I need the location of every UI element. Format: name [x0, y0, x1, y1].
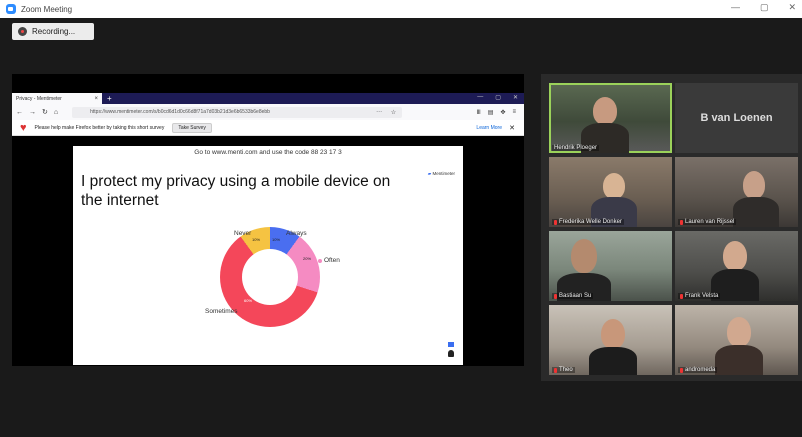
video-tile[interactable]: Hendrik Ploeger [549, 83, 672, 153]
pct-label-never: 10% [252, 237, 261, 242]
slide-info-icon[interactable] [448, 342, 454, 347]
cloud-record-icon [18, 27, 27, 36]
participant-video [593, 97, 617, 125]
video-tile[interactable]: andromeda [675, 305, 798, 375]
participant-name-label: Hendrik Ploeger [552, 145, 600, 151]
forward-icon[interactable]: → [29, 109, 36, 116]
home-icon[interactable]: ⌂ [54, 109, 58, 116]
legend-never: Never [234, 230, 258, 237]
tab-title: Privacy - Mentimeter [16, 95, 62, 102]
window-title: Zoom Meeting [21, 4, 73, 14]
participant-name-display: B van Loenen [700, 112, 773, 124]
new-tab-button[interactable]: + [107, 94, 112, 103]
shared-browser-window: Privacy - Mentimeter × + — ▢ ✕ ← → ↻ ⌂ h… [12, 93, 524, 365]
pct-label-often: 20% [303, 256, 312, 261]
heart-icon: ♥ [20, 121, 27, 134]
recording-indicator[interactable]: Recording... [12, 23, 94, 40]
browser-tab[interactable]: Privacy - Mentimeter × [12, 93, 102, 104]
participant-name-label: Frank Velsta [678, 293, 721, 299]
join-instructions: Go to www.menti.com and use the code 88 … [194, 149, 342, 156]
legend-never-text: Never [234, 230, 252, 237]
muted-mic-icon [680, 367, 683, 373]
notification-close-icon[interactable]: ✕ [509, 124, 515, 132]
participant-gallery: Hendrik Ploeger B van Loenen Frederika W… [541, 74, 802, 381]
legend-never-dot [253, 231, 258, 236]
logo-text: Mentimeter [432, 171, 455, 176]
participant-video [727, 317, 751, 347]
maximize-button[interactable]: ▢ [760, 2, 769, 13]
browser-close-icon[interactable]: ✕ [513, 94, 518, 101]
notification-message: Please help make Firefox better by takin… [34, 124, 165, 131]
question-title: I protect my privacy using a mobile devi… [81, 173, 391, 209]
participant-video [603, 173, 625, 199]
pct-label-sometimes: 60% [244, 298, 253, 303]
participant-video [571, 239, 597, 273]
library-icon[interactable]: Ⅲ [477, 109, 481, 116]
legend-sometimes: Sometimes [205, 308, 244, 315]
minimize-button[interactable]: — [731, 2, 740, 13]
logo-mark-icon: ▰ [427, 171, 432, 176]
back-icon[interactable]: ← [16, 109, 23, 116]
pct-label-always: 10% [272, 237, 281, 242]
legend-sometimes-text: Sometimes [205, 308, 238, 315]
url-bar[interactable]: https://www.mentimeter.com/s/b0cd6d1d0c6… [72, 106, 403, 118]
legend-sometimes-dot [239, 309, 244, 314]
donut-hole [242, 249, 298, 305]
bookmark-star-icon[interactable]: ☆ [391, 109, 396, 116]
participant-name-label: Frederika Welle Donker [552, 219, 624, 225]
url-text: https://www.mentimeter.com/s/b0cd6d1d0c6… [90, 109, 270, 115]
video-tile[interactable]: Lauren van Rijssel [675, 157, 798, 227]
participant-body [733, 197, 779, 227]
participant-body [715, 345, 763, 375]
participant-video [601, 319, 625, 349]
page-actions-icon[interactable]: ··· [376, 109, 382, 115]
participant-name-label: Theo [552, 367, 575, 373]
legend-always-text: Always [286, 230, 307, 237]
browser-toolbar: Ⅲ ▤ ✥ ≡ [477, 109, 516, 116]
sidebar-icon[interactable]: ▤ [488, 109, 494, 116]
mentimeter-slide: Go to www.menti.com and use the code 88 … [73, 146, 463, 365]
window-controls: — ▢ ✕ [731, 2, 796, 13]
video-tile[interactable]: Frank Velsta [675, 231, 798, 301]
legend-often-dot [318, 258, 322, 263]
legend-always: Always [280, 230, 307, 237]
take-survey-button[interactable]: Take Survey [172, 122, 212, 133]
video-tile-off[interactable]: B van Loenen [675, 83, 798, 153]
extension-icon[interactable]: ✥ [500, 109, 505, 116]
participant-video [743, 171, 765, 199]
legend-often: Often [318, 257, 340, 264]
participant-name-label: Lauren van Rijssel [678, 219, 737, 225]
audience-icon[interactable] [448, 350, 454, 357]
muted-mic-icon [554, 293, 557, 299]
browser-minimize-icon[interactable]: — [477, 94, 483, 101]
notification-bar: ♥ Please help make Firefox better by tak… [12, 120, 524, 136]
browser-nav-bar: ← → ↻ ⌂ https://www.mentimeter.com/s/b0c… [12, 104, 524, 120]
participant-body [589, 347, 637, 375]
window-title-bar: Zoom Meeting — ▢ ✕ [0, 0, 802, 18]
tab-close-icon[interactable]: × [94, 96, 98, 102]
muted-mic-icon [680, 293, 683, 299]
video-tile[interactable]: Bastiaan Su [549, 231, 672, 301]
browser-window-controls: — ▢ ✕ [477, 94, 518, 101]
muted-mic-icon [680, 219, 683, 225]
participant-name-label: andromeda [678, 367, 718, 373]
reload-icon[interactable]: ↻ [42, 108, 48, 116]
slide-side-icons [448, 342, 454, 357]
muted-mic-icon [554, 219, 557, 225]
learn-more-link[interactable]: Learn More [476, 125, 502, 131]
zoom-logo-icon [6, 4, 16, 14]
muted-mic-icon [554, 367, 557, 373]
video-tile[interactable]: Theo [549, 305, 672, 375]
legend-often-text: Often [324, 257, 340, 264]
recording-label: Recording... [32, 27, 76, 36]
browser-tab-strip: Privacy - Mentimeter × + — ▢ ✕ [12, 93, 524, 104]
browser-maximize-icon[interactable]: ▢ [495, 94, 501, 101]
participant-name-label: Bastiaan Su [552, 293, 594, 299]
video-tile[interactable]: Frederika Welle Donker [549, 157, 672, 227]
legend-always-dot [280, 231, 284, 236]
participant-video [723, 241, 747, 271]
close-window-button[interactable]: ✕ [788, 2, 796, 13]
mentimeter-logo: ▰ Mentimeter [428, 171, 455, 177]
menu-icon[interactable]: ≡ [512, 109, 516, 116]
